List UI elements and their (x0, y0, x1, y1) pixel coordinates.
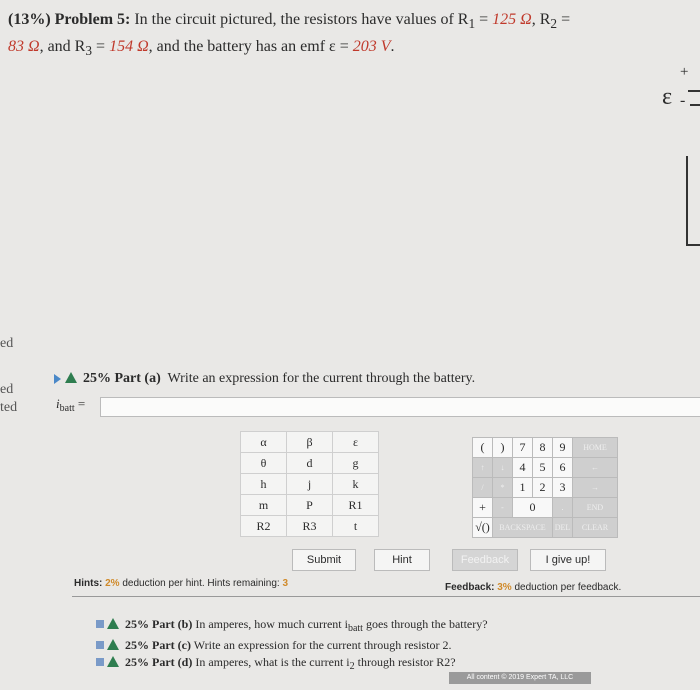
side-label-3: ted (0, 400, 18, 415)
key-k[interactable]: k (332, 473, 379, 495)
key-clear[interactable]: CLEAR (572, 517, 618, 538)
key-right[interactable]: → (572, 477, 618, 498)
expand-arrow-icon[interactable] (54, 373, 61, 384)
key-left[interactable]: ← (572, 457, 618, 478)
key-r2[interactable]: R2 (240, 515, 287, 537)
key-m[interactable]: m (240, 494, 287, 516)
circuit-wire-horizontal (686, 244, 700, 246)
warning-icon (107, 656, 119, 667)
part-d-item[interactable]: 25% Part (d) In amperes, what is the cur… (96, 654, 488, 675)
part-a-header: 25% Part (a) Write an expression for the… (54, 371, 475, 387)
key-up[interactable]: ↑ (472, 457, 493, 478)
key-multiply[interactable]: * (492, 477, 513, 498)
key-open-paren[interactable]: ( (472, 437, 493, 458)
key-h[interactable]: h (240, 473, 287, 495)
warning-icon (107, 639, 119, 650)
key-minus[interactable]: - (492, 497, 513, 518)
key-r1[interactable]: R1 (332, 494, 379, 516)
key-8[interactable]: 8 (532, 437, 553, 458)
hint-button[interactable]: Hint (374, 549, 430, 571)
part-c-item[interactable]: 25% Part (c) Write an expression for the… (96, 637, 488, 654)
key-del[interactable]: DEL (552, 517, 573, 538)
key-2[interactable]: 2 (532, 477, 553, 498)
feedback-button[interactable]: Feedback (452, 549, 518, 571)
battery-plate-long (688, 90, 700, 92)
battery-emf-label: ε (662, 84, 673, 110)
key-3[interactable]: 3 (552, 477, 573, 498)
key-sqrt[interactable]: √() (472, 517, 493, 538)
submit-button[interactable]: Submit (292, 549, 356, 571)
give-up-button[interactable]: I give up! (530, 549, 606, 571)
warning-icon (107, 618, 119, 629)
key-theta[interactable]: θ (240, 452, 287, 474)
side-label-1: ed (0, 336, 14, 351)
hints-info: Hints: 2% deduction per hint. Hints rema… (74, 578, 289, 589)
side-label-2: ed (0, 382, 14, 397)
key-home[interactable]: HOME (572, 437, 618, 458)
part-status-icon (96, 658, 104, 666)
key-1[interactable]: 1 (512, 477, 533, 498)
emf-value: 203 V (352, 38, 391, 56)
r1-value: 125 Ω (492, 11, 532, 28)
problem-statement: (13%) Problem 5: In the circuit pictured… (8, 11, 571, 59)
other-parts-list: 25% Part (b) In amperes, how much curren… (96, 616, 488, 675)
part-a-prompt: Write an expression for the current thro… (167, 371, 476, 386)
key-5[interactable]: 5 (532, 457, 553, 478)
key-r3[interactable]: R3 (286, 515, 333, 537)
feedback-info: Feedback: 3% deduction per feedback. (445, 582, 622, 593)
key-4[interactable]: 4 (512, 457, 533, 478)
key-g[interactable]: g (332, 452, 379, 474)
key-7[interactable]: 7 (512, 437, 533, 458)
key-divide[interactable]: / (472, 477, 493, 498)
key-beta[interactable]: β (286, 431, 333, 453)
feedback-deduction: 3% (497, 582, 512, 593)
key-d[interactable]: d (286, 452, 333, 474)
part-a-label: 25% Part (a) (83, 371, 161, 386)
key-alpha[interactable]: α (240, 431, 287, 453)
symbol-keypad: α β ε θ d g h j k m P R1 R2 R3 t (240, 431, 379, 537)
warning-icon (65, 372, 77, 383)
key-plus[interactable]: + (472, 497, 493, 518)
battery-plus-label: + (680, 64, 689, 80)
key-down[interactable]: ↓ (492, 457, 513, 478)
answer-input[interactable] (100, 397, 700, 417)
key-backspace[interactable]: BACKSPACE (492, 517, 553, 538)
battery-plate-short (690, 104, 700, 106)
key-9[interactable]: 9 (552, 437, 573, 458)
key-close-paren[interactable]: ) (492, 437, 513, 458)
part-status-icon (96, 641, 104, 649)
key-p[interactable]: P (286, 494, 333, 516)
key-j[interactable]: j (286, 473, 333, 495)
r3-value: 154 Ω (109, 38, 149, 56)
key-dot[interactable]: . (552, 497, 573, 518)
key-0[interactable]: 0 (512, 497, 553, 518)
hints-remaining: 3 (282, 578, 289, 589)
key-6[interactable]: 6 (552, 457, 573, 478)
copyright-footer: All content © 2019 Expert TA, LLC (449, 672, 591, 684)
hint-deduction: 2% (105, 578, 120, 589)
key-end[interactable]: END (572, 497, 618, 518)
key-t[interactable]: t (332, 515, 379, 537)
answer-variable: ibatt = (56, 396, 86, 414)
circuit-wire-vertical (686, 156, 688, 246)
battery-minus-label: - (680, 92, 686, 109)
divider (72, 596, 700, 597)
key-epsilon[interactable]: ε (332, 431, 379, 453)
problem-number: (13%) Problem 5: (8, 11, 131, 28)
r2-value: 83 Ω (8, 38, 40, 56)
number-keypad: ( ) 7 8 9 HOME ↑ ↓ 4 5 6 ← / * 1 2 3 → +… (472, 437, 618, 538)
part-status-icon (96, 620, 104, 628)
part-b-item[interactable]: 25% Part (b) In amperes, how much curren… (96, 616, 488, 637)
